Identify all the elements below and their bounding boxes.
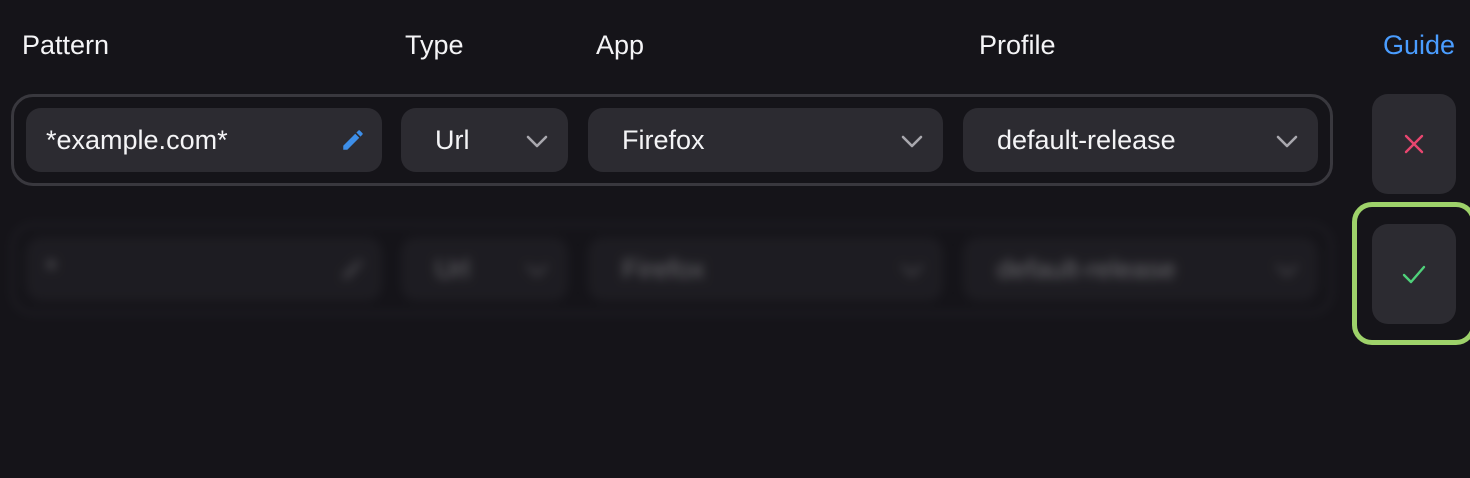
app-select: Firefox [588,237,943,301]
pattern-input: * [26,237,382,301]
app-select[interactable]: Firefox [588,108,943,172]
check-icon [1402,265,1426,284]
chevron-down-icon [901,135,923,148]
rule-row-editing: *example.com* Url Firefox default-releas… [11,94,1333,186]
chevron-down-icon [901,264,923,277]
type-value: Url [435,254,470,284]
type-select: Url [401,237,568,301]
app-value: Firefox [622,125,705,155]
app-value: Firefox [622,254,705,284]
remove-rule-button[interactable] [1372,94,1456,194]
type-value: Url [435,125,470,155]
guide-link[interactable]: Guide [1383,28,1455,62]
pattern-input[interactable]: *example.com* [26,108,382,172]
column-header-pattern: Pattern [22,30,110,60]
type-select[interactable]: Url [401,108,568,172]
rule-row-placeholder: * Url Firefox default-release [11,223,1333,315]
profile-value: default-release [997,125,1176,155]
pattern-value: * [46,254,57,284]
pattern-value: *example.com* [46,125,228,155]
column-header-profile: Profile [979,30,1056,60]
confirm-rule-button[interactable] [1372,224,1456,324]
column-header-type: Type [405,30,464,60]
pencil-icon[interactable] [340,127,366,153]
profile-select: default-release [963,237,1318,301]
close-icon [1404,134,1424,154]
chevron-down-icon [1276,264,1298,277]
column-header-app: App [596,30,645,60]
profile-value: default-release [997,254,1176,284]
pencil-icon [343,259,363,279]
profile-select[interactable]: default-release [963,108,1318,172]
chevron-down-icon [1276,135,1298,148]
chevron-down-icon [526,135,548,148]
rules-editor: Pattern Type App Profile Guide *example.… [0,0,1470,478]
chevron-down-icon [526,264,548,277]
